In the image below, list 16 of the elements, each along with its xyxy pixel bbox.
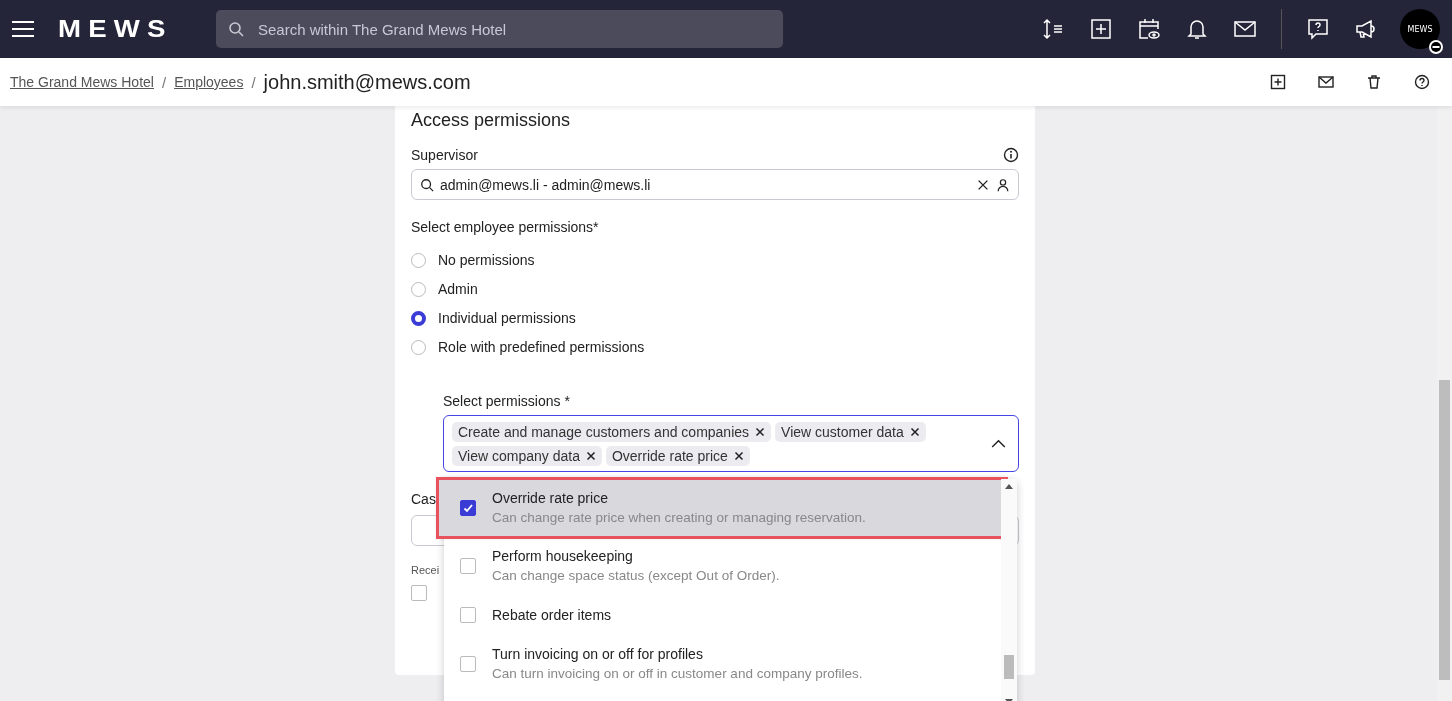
option-description: Can change space status (except Out of Order). (492, 568, 780, 584)
field-label: Cas (411, 491, 436, 507)
option-title: Override rate price (492, 490, 609, 507)
breadcrumb-separator: / (251, 73, 256, 91)
field-label: Recei (411, 564, 440, 576)
field-label: Supervisor (411, 147, 478, 163)
section-title: Access permissions (411, 110, 572, 131)
breadcrumb-separator: / (161, 73, 167, 91)
option-title: Perform housekeeping (492, 548, 634, 565)
option-description: Can turn invoicing on or off in customer and company profiles. (492, 666, 863, 682)
page-title: john.smith@mews.com (263, 70, 471, 94)
option-title: Rebate order items (492, 606, 612, 624)
field-label: Select employee permissions* (411, 219, 600, 235)
field-label: Select permissions * (443, 393, 571, 409)
option-title: Turn invoicing on or off for profiles (492, 646, 704, 663)
option-description: Can change rate price when creating or managing reservation. (492, 510, 866, 526)
